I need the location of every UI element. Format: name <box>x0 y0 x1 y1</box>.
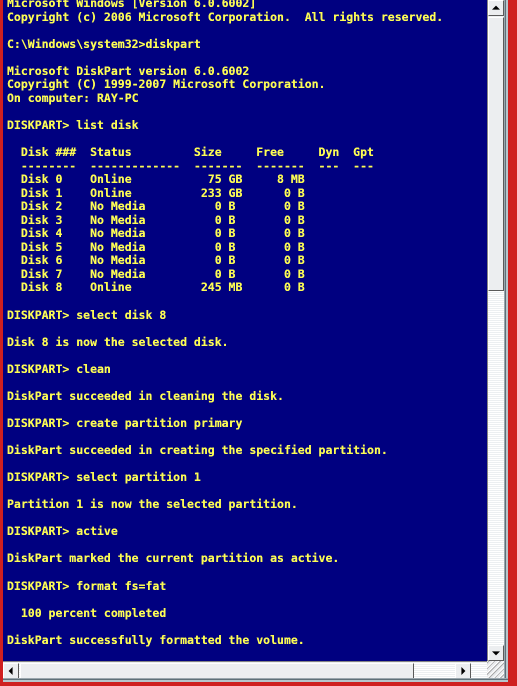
console-line: On computer: RAY-PC <box>7 90 139 105</box>
window-edge-right <box>504 0 508 678</box>
console-line: DISKPART> clean <box>7 361 111 376</box>
console-line: DiskPart succeeded in cleaning the disk. <box>7 388 284 403</box>
horizontal-scrollbar-thumb[interactable] <box>20 663 414 679</box>
console-line: Partition 1 is now the selected partitio… <box>7 497 298 512</box>
chevron-up-icon <box>492 5 500 10</box>
console-line: Copyright (c) 2006 Microsoft Corporation… <box>7 9 444 24</box>
console-line: Disk 4 No Media 0 B 0 B <box>7 226 305 241</box>
console-line: Disk 1 Online 233 GB 0 B <box>7 185 305 200</box>
console-text: Microsoft Windows [Version 6.0.6002] Copy… <box>7 0 443 661</box>
vertical-scrollbar[interactable] <box>487 0 505 661</box>
command-prompt-window: Microsoft Windows [Version 6.0.6002] Copy… <box>0 0 517 686</box>
horizontal-scrollbar[interactable] <box>3 661 487 679</box>
console-line: Disk 6 No Media 0 B 0 B <box>7 253 305 268</box>
chevron-right-icon <box>461 667 466 675</box>
console-line: DiskPart succeeded in creating the speci… <box>7 443 388 458</box>
console-line: 100 percent completed <box>7 605 167 620</box>
console-output-area[interactable]: Microsoft Windows [Version 6.0.6002] Copy… <box>3 0 487 661</box>
console-line: DiskPart marked the current partition as… <box>7 551 340 566</box>
vertical-scrollbar-thumb[interactable] <box>488 17 504 291</box>
console-line: Disk 8 is now the selected disk. <box>7 334 229 349</box>
window-edge-bottom <box>3 678 508 682</box>
console-line: Disk 3 No Media 0 B 0 B <box>7 212 305 227</box>
console-line: C:\Windows\system32>diskpart <box>7 36 201 51</box>
scroll-down-button[interactable] <box>488 645 504 661</box>
console-line: -------- ------------- ------- ------- -… <box>7 158 374 173</box>
scroll-left-button[interactable] <box>3 663 19 679</box>
resize-grip[interactable] <box>487 661 504 678</box>
console-line: DISKPART> list disk <box>7 117 139 132</box>
chevron-left-icon <box>8 667 13 675</box>
console-line: DISKPART> select disk 8 <box>7 307 167 322</box>
console-line: Disk 5 No Media 0 B 0 B <box>7 239 305 254</box>
console-line: DISKPART> create partition primary <box>7 415 243 430</box>
console-line: Disk 8 Online 245 MB 0 B <box>7 280 305 295</box>
console-line: DISKPART> select partition 1 <box>7 470 201 485</box>
console-line: Disk 2 No Media 0 B 0 B <box>7 199 305 214</box>
console-line: Microsoft Windows [Version 6.0.6002] <box>7 0 257 10</box>
console-line: DiskPart successfully formatted the volu… <box>7 632 305 647</box>
scroll-up-button[interactable] <box>488 0 504 16</box>
console-line: Microsoft DiskPart version 6.0.6002 <box>7 63 250 78</box>
console-line: DISKPART> active <box>7 524 118 539</box>
console-line: Disk 0 Online 75 GB 8 MB <box>7 172 305 187</box>
console-line: Copyright (C) 1999-2007 Microsoft Corpor… <box>7 77 326 92</box>
console-line: Disk 7 No Media 0 B 0 B <box>7 266 305 281</box>
scroll-right-button[interactable] <box>455 663 471 679</box>
console-line: Disk ### Status Size Free Dyn Gpt <box>7 145 374 160</box>
chevron-down-icon <box>492 651 500 656</box>
console-line: DISKPART> format fs=fat <box>7 578 167 593</box>
